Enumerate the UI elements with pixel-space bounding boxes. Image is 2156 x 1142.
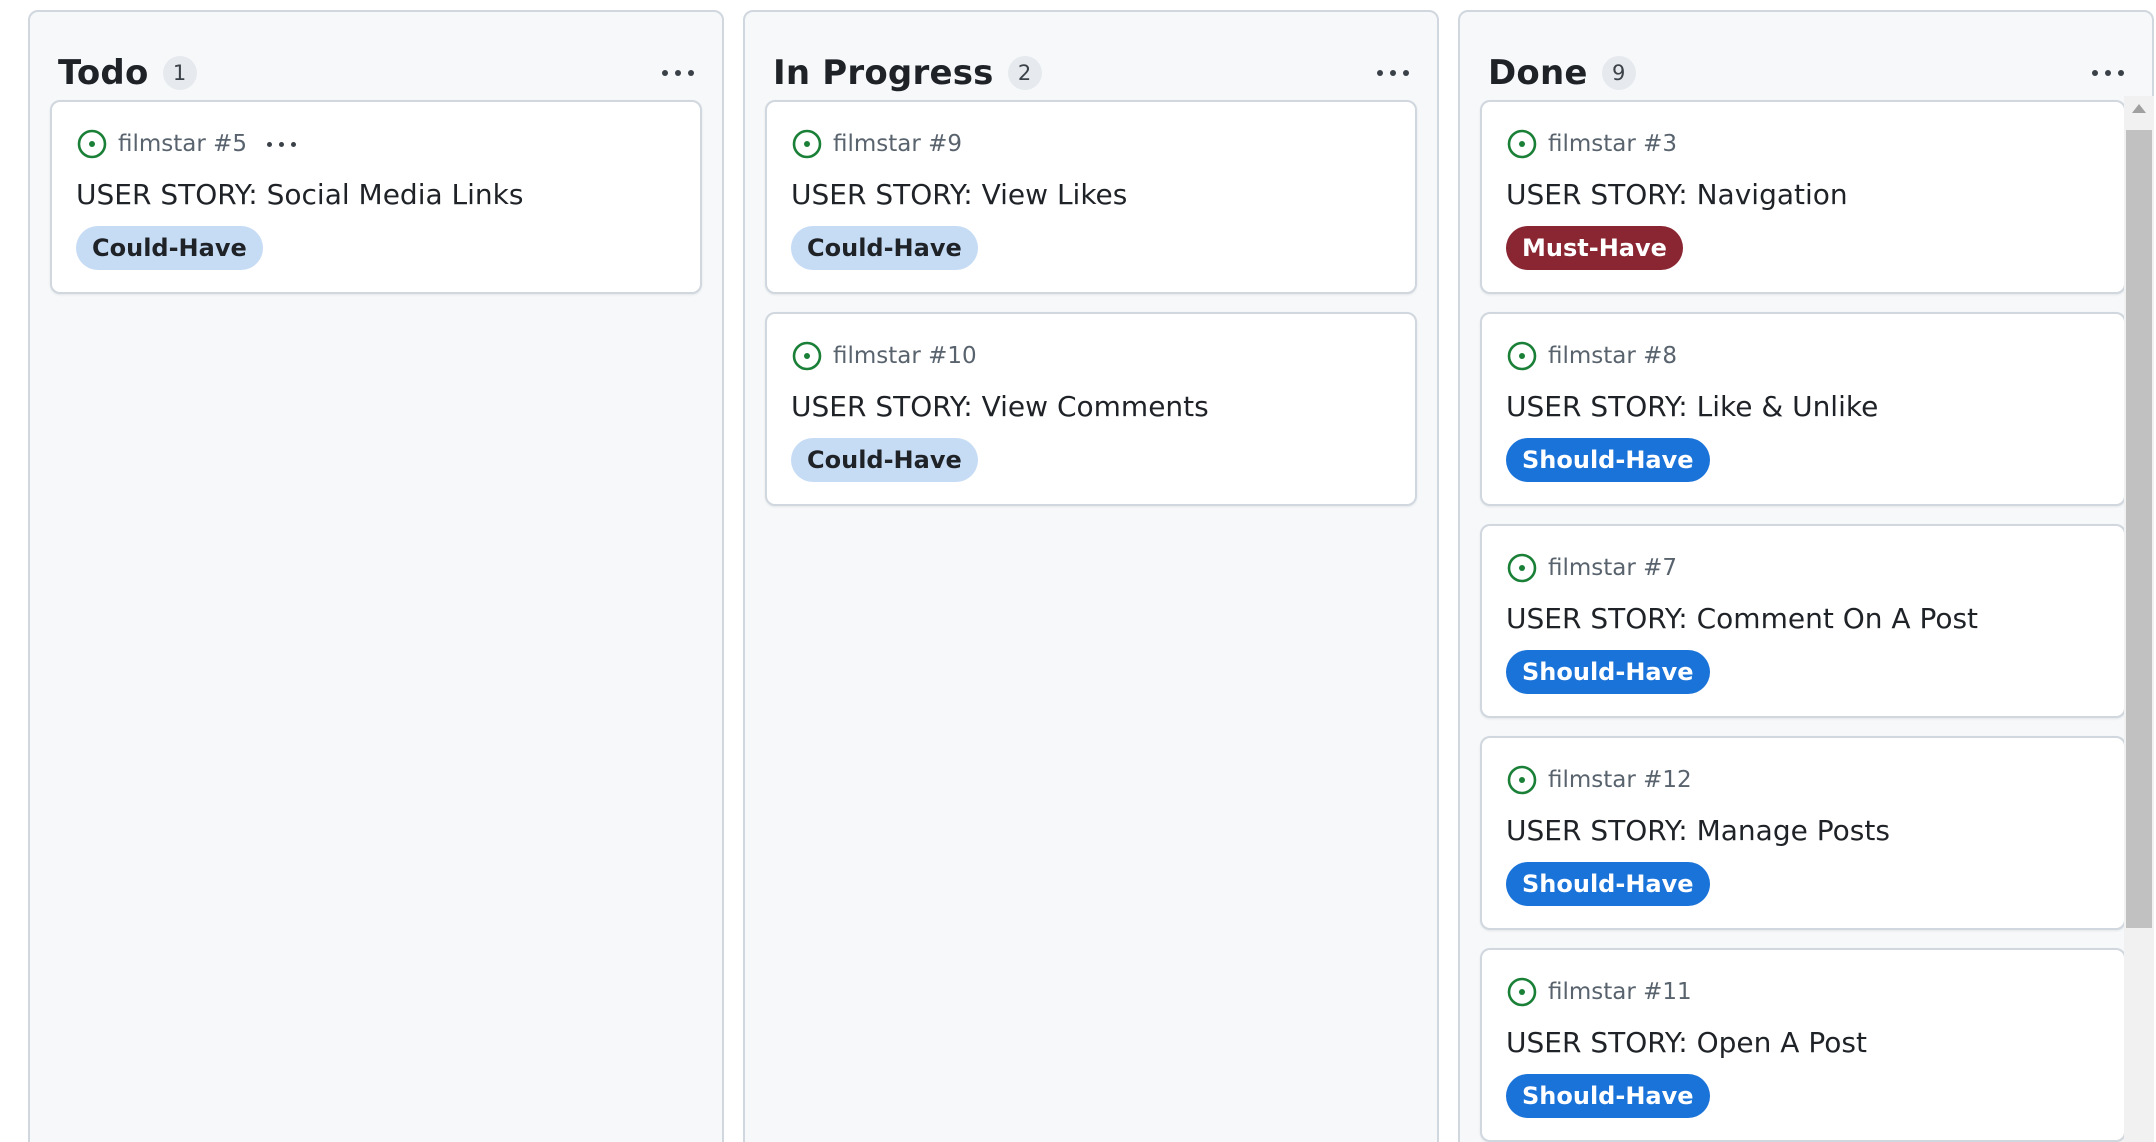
kebab-horizontal-icon[interactable]: [2088, 62, 2128, 84]
label-should-have[interactable]: Should-Have: [1506, 1074, 1710, 1118]
card-list: filmstar #9 USER STORY: View Likes Could…: [765, 100, 1417, 524]
card-meta: filmstar #7: [1506, 552, 1677, 584]
card-repo-ref[interactable]: filmstar #12: [1548, 767, 1692, 793]
card-meta: filmstar #10: [791, 340, 977, 372]
card-meta: filmstar #8: [1506, 340, 1677, 372]
label-must-have[interactable]: Must-Have: [1506, 226, 1683, 270]
issue-opened-icon: [792, 129, 822, 159]
issue-opened-icon: [792, 341, 822, 371]
issue-card[interactable]: filmstar #11 USER STORY: Open A Post Sho…: [1480, 948, 2126, 1142]
card-title[interactable]: USER STORY: View Likes: [791, 178, 1127, 211]
card-repo-ref[interactable]: filmstar #10: [833, 343, 977, 369]
label-should-have[interactable]: Should-Have: [1506, 862, 1710, 906]
issue-card[interactable]: filmstar #3 USER STORY: Navigation Must-…: [1480, 100, 2126, 294]
done-column-scrollbar[interactable]: [2124, 96, 2154, 1142]
card-repo-ref[interactable]: filmstar #7: [1548, 555, 1677, 581]
issue-card[interactable]: filmstar #7 USER STORY: Comment On A Pos…: [1480, 524, 2126, 718]
card-meta: filmstar #11: [1506, 976, 1692, 1008]
label-should-have[interactable]: Should-Have: [1506, 650, 1710, 694]
card-title[interactable]: USER STORY: Open A Post: [1506, 1026, 1867, 1059]
card-repo-ref[interactable]: filmstar #8: [1548, 343, 1677, 369]
scroll-up-arrow-icon[interactable]: [2132, 104, 2146, 113]
card-list: filmstar #5 USER STORY: Social Media Lin…: [50, 100, 702, 312]
card-meta: filmstar #5: [76, 128, 298, 160]
card-list: filmstar #3 USER STORY: Navigation Must-…: [1480, 100, 2126, 1142]
issue-opened-icon: [1507, 341, 1537, 371]
label-could-have[interactable]: Could-Have: [791, 226, 978, 270]
column-count-badge: 1: [162, 56, 197, 90]
column-count-badge: 2: [1007, 56, 1042, 90]
scrollbar-thumb[interactable]: [2126, 130, 2152, 928]
card-meta: filmstar #12: [1506, 764, 1692, 796]
card-title[interactable]: USER STORY: View Comments: [791, 390, 1209, 423]
column-in-progress: In Progress 2 filmstar #9 USER STORY: Vi…: [743, 10, 1439, 1142]
card-title[interactable]: USER STORY: Navigation: [1506, 178, 1848, 211]
column-header: Todo 1: [58, 48, 698, 98]
card-title[interactable]: USER STORY: Manage Posts: [1506, 814, 1890, 847]
card-repo-ref[interactable]: filmstar #9: [833, 131, 962, 157]
kebab-horizontal-icon[interactable]: [1373, 62, 1413, 84]
kebab-horizontal-icon[interactable]: [658, 62, 698, 84]
label-could-have[interactable]: Could-Have: [76, 226, 263, 270]
issue-card[interactable]: filmstar #5 USER STORY: Social Media Lin…: [50, 100, 702, 294]
column-todo: Todo 1 filmstar #5 USER STORY: Social Me…: [28, 10, 724, 1142]
issue-card[interactable]: filmstar #8 USER STORY: Like & Unlike Sh…: [1480, 312, 2126, 506]
column-title: Todo: [58, 53, 149, 93]
column-count-badge: 9: [1601, 56, 1636, 90]
card-repo-ref[interactable]: filmstar #5: [118, 131, 247, 157]
column-header: In Progress 2: [773, 48, 1413, 98]
issue-opened-icon: [1507, 765, 1537, 795]
card-repo-ref[interactable]: filmstar #11: [1548, 979, 1692, 1005]
issue-opened-icon: [1507, 129, 1537, 159]
issue-card[interactable]: filmstar #12 USER STORY: Manage Posts Sh…: [1480, 736, 2126, 930]
column-title: Done: [1488, 53, 1588, 93]
issue-card[interactable]: filmstar #10 USER STORY: View Comments C…: [765, 312, 1417, 506]
label-could-have[interactable]: Could-Have: [791, 438, 978, 482]
column-header: Done 9: [1488, 48, 2128, 98]
label-should-have[interactable]: Should-Have: [1506, 438, 1710, 482]
column-title: In Progress: [773, 53, 994, 93]
card-meta: filmstar #3: [1506, 128, 1677, 160]
column-done: Done 9 filmstar #3 USER STORY: Navigatio…: [1458, 10, 2154, 1142]
card-title[interactable]: USER STORY: Like & Unlike: [1506, 390, 1878, 423]
issue-opened-icon: [1507, 977, 1537, 1007]
card-title[interactable]: USER STORY: Social Media Links: [76, 178, 523, 211]
issue-opened-icon: [77, 129, 107, 159]
kebab-horizontal-icon[interactable]: [265, 136, 298, 153]
project-board: Todo 1 filmstar #5 USER STORY: Social Me…: [0, 0, 2156, 1142]
card-title[interactable]: USER STORY: Comment On A Post: [1506, 602, 1978, 635]
card-repo-ref[interactable]: filmstar #3: [1548, 131, 1677, 157]
issue-card[interactable]: filmstar #9 USER STORY: View Likes Could…: [765, 100, 1417, 294]
issue-opened-icon: [1507, 553, 1537, 583]
card-meta: filmstar #9: [791, 128, 962, 160]
